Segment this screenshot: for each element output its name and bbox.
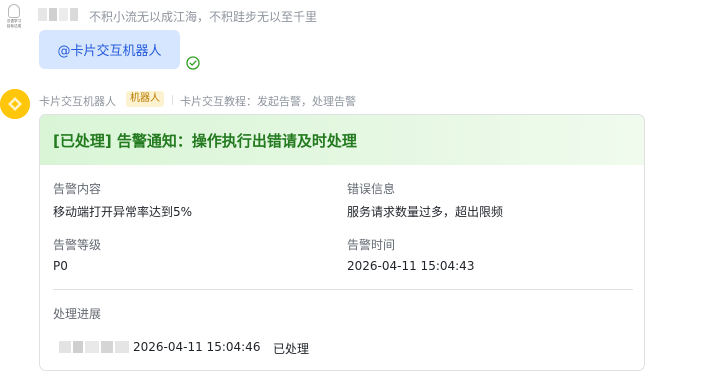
bot-sender-name[interactable]: 卡片交互机器人 [39, 93, 116, 109]
progress-timestamp: 2026-04-11 15:04:46 [133, 340, 261, 354]
card-title: [已处理] 告警通知：操作执行出错请及时处理 [53, 132, 357, 150]
mention-text[interactable]: @卡片交互机器人 [57, 40, 161, 59]
alert-time-value: 2026-04-11 15:04:43 [347, 259, 475, 273]
card-header: [已处理] 告警通知：操作执行出错请及时处理 [40, 115, 644, 165]
alert-level-label: 告警等级 [53, 238, 102, 252]
alert-time-label: 告警时间 [347, 238, 396, 252]
message-bubble[interactable]: @卡片交互机器人 [39, 30, 180, 69]
bot-avatar-icon[interactable] [0, 89, 30, 119]
alert-card: [已处理] 告警通知：操作执行出错请及时处理 告警内容 移动端打开异常率达到5%… [39, 114, 645, 371]
error-info-label: 错误信息 [347, 182, 396, 196]
avatar-caption-line2: 目标达成 [6, 23, 22, 28]
user-avatar[interactable]: 汉语学习 目标达成 [3, 4, 25, 34]
alert-level-value: P0 [53, 259, 68, 273]
card-divider [53, 289, 633, 290]
avatar-caption-line1: 汉语学习 [6, 18, 22, 23]
card-source-label: 卡片交互教程：发起告警，处理告警 [180, 95, 356, 108]
divider [172, 95, 173, 105]
sender-name-redacted [38, 8, 78, 21]
progress-label: 处理进展 [53, 307, 102, 321]
progress-status: 已处理 [273, 342, 310, 356]
alert-content-value: 移动端打开异常率达到5% [53, 205, 193, 219]
sender-signature: 不积小流无以成江海，不积跬步无以至千里 [89, 10, 318, 24]
bot-badge: 机器人 [126, 91, 164, 107]
alert-content-label: 告警内容 [53, 182, 102, 196]
check-circle-icon [186, 55, 200, 70]
handler-name-redacted [59, 341, 129, 353]
error-info-value: 服务请求数量过多，超出限频 [347, 205, 504, 219]
bulb-icon [8, 4, 20, 18]
